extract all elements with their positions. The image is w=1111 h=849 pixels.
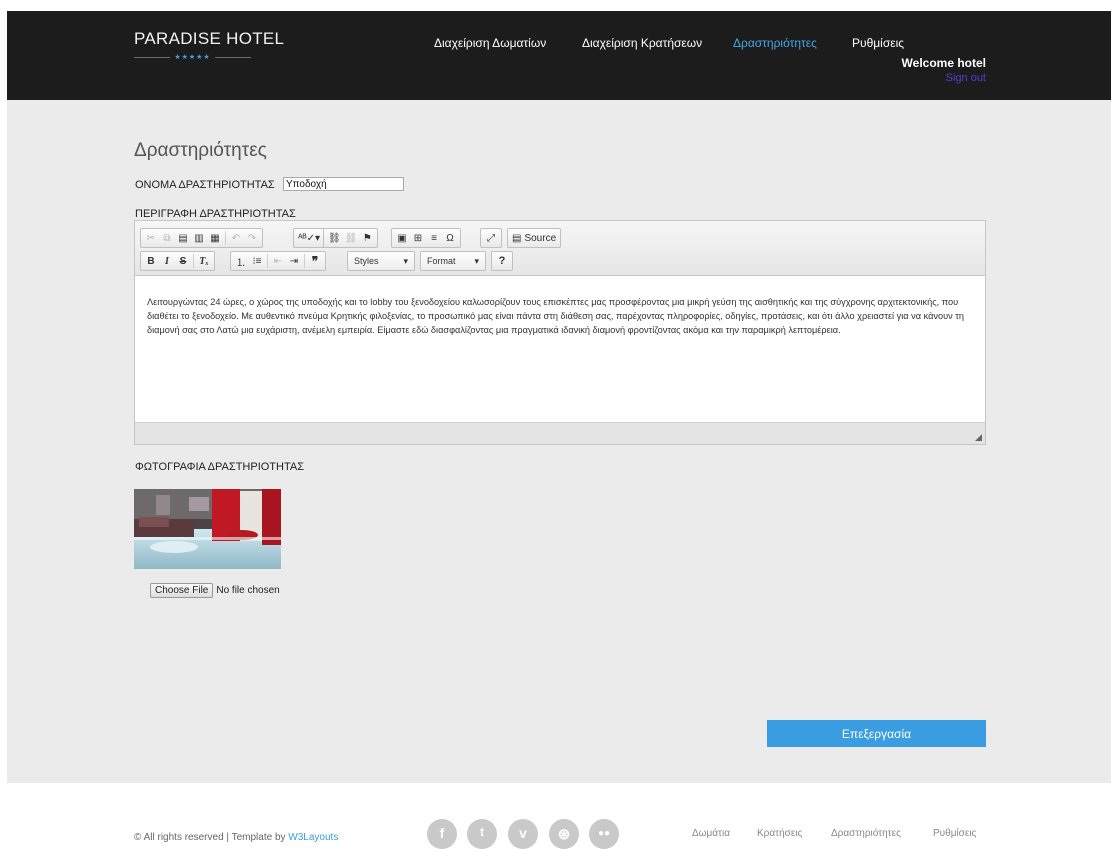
signout-link[interactable]: Sign out [946,72,986,84]
source-label: Source [524,232,557,244]
blockquote-icon[interactable]: ❞ [307,253,323,269]
styles-dropdown[interactable]: Styles ▾ [347,251,415,271]
site-footer: © All rights reserved | Template by W3La… [0,783,1111,849]
link-group: ⛓ ⛓ ⚑ [323,228,379,248]
chevron-down-icon: ▾ [474,255,479,266]
twitter-icon[interactable]: t [467,819,497,849]
site-header: PARADISE HOTEL ★★★★★ Διαχείριση Δωματίων… [7,11,1111,100]
nav-bookings[interactable]: Διαχείριση Κρατήσεων [582,36,702,50]
spellcheck-group: ᴬᴮ✓▾ [293,228,326,248]
hotel-logo[interactable]: PARADISE HOTEL ★★★★★ [134,29,285,61]
edit-submit-button[interactable]: Επεξεργασία [767,720,986,747]
source-group: ▤ Source [507,228,562,248]
help-group: ? [491,251,513,271]
photo-label: ΦΩΤΟΓΡΑΦΙΑ ΔΡΑΣΤΗΡΙΟΤΗΤΑΣ [135,461,305,473]
resize-handle[interactable] [975,434,982,441]
footer-link-activities[interactable]: Δραστηριότητες [831,828,901,839]
format-label: Format [427,256,456,266]
maximize-group: ⤢ [480,228,502,248]
insert-group: ▣ ⊞ ≡ Ω [391,228,461,248]
spellcheck-icon[interactable]: ᴬᴮ✓▾ [296,230,322,246]
editor-status-bar [135,422,985,444]
rich-text-editor: ✂ ⧉ ▤ ▥ ▦ ↶ ↷ ᴬᴮ✓▾ ⛓ ⛓ ⚑ ▣ ⊞ ≡ Ω ⤢ ▤ Sou… [134,220,986,445]
main-content: Δραστηριότητες ΟΝΟΜΑ ΔΡΑΣΤΗΡΙΟΤΗΤΑΣ ΠΕΡΙ… [7,100,1111,783]
logo-stars-row: ★★★★★ [134,54,252,61]
copy-icon[interactable]: ⧉ [159,230,175,246]
file-status: No file chosen [216,585,280,596]
help-button[interactable]: ? [494,253,510,269]
source-button[interactable]: ▤ Source [510,230,558,246]
logo-stars: ★★★★★ [174,54,211,61]
name-label: ΟΝΟΜΑ ΔΡΑΣΤΗΡΙΟΤΗΤΑΣ [135,179,275,191]
nav-activities[interactable]: Δραστηριότητες [733,36,817,50]
dribbble-icon[interactable]: ⊛ [549,819,579,849]
link-icon[interactable]: ⛓ [326,230,343,246]
unlink-icon[interactable]: ⛓ [343,230,360,246]
list-group: ⒈ ⁝≡ ⇤ ⇥ ❞ [230,251,326,271]
remove-format-icon[interactable]: Tₓ [196,253,212,269]
source-icon: ▤ [512,232,522,244]
facebook-icon[interactable]: f [427,819,457,849]
vimeo-icon[interactable]: v [508,819,538,849]
choose-file-button[interactable]: Choose File [150,583,214,598]
activity-name-input[interactable] [283,177,404,191]
basic-styles-group: B I S Tₓ [140,251,215,271]
page-title: Δραστηριότητες [134,140,267,161]
anchor-icon[interactable]: ⚑ [359,230,375,246]
special-char-icon[interactable]: Ω [442,230,458,246]
bulleted-list-icon[interactable]: ⁝≡ [249,253,265,269]
horizontal-line-icon[interactable]: ≡ [426,230,442,246]
paste-word-icon[interactable]: ▦ [207,230,223,246]
paste-icon[interactable]: ▤ [175,230,191,246]
editor-content[interactable]: Λειτουργώντας 24 ώρες, ο χώρος της υποδο… [135,277,985,423]
nav-rooms[interactable]: Διαχείριση Δωματίων [434,36,546,50]
undo-icon[interactable]: ↶ [228,230,244,246]
paste-text-icon[interactable]: ▥ [191,230,207,246]
strike-icon[interactable]: S [175,253,191,269]
flickr-icon[interactable]: ●● [589,819,619,849]
format-dropdown[interactable]: Format ▾ [420,251,486,271]
chevron-down-icon: ▾ [403,255,408,266]
copyright: © All rights reserved | Template by W3La… [134,832,338,843]
logo-text: PARADISE HOTEL [134,29,285,48]
clipboard-group: ✂ ⧉ ▤ ▥ ▦ ↶ ↷ [140,228,263,248]
file-upload: Choose File No file chosen [150,583,280,598]
editor-toolbar: ✂ ⧉ ▤ ▥ ▦ ↶ ↷ ᴬᴮ✓▾ ⛓ ⛓ ⚑ ▣ ⊞ ≡ Ω ⤢ ▤ Sou… [135,221,985,276]
footer-link-bookings[interactable]: Κρατήσεις [757,828,802,839]
indent-icon[interactable]: ⇥ [286,253,302,269]
cut-icon[interactable]: ✂ [143,230,159,246]
welcome-text: Welcome hotel [901,56,986,70]
footer-link-rooms[interactable]: Δωμάτια [692,828,730,839]
activity-photo [134,489,281,569]
table-icon[interactable]: ⊞ [410,230,426,246]
maximize-icon[interactable]: ⤢ [483,230,499,246]
credit-link[interactable]: W3Layouts [288,832,338,843]
top-strip [0,0,1111,11]
numbered-list-icon[interactable]: ⒈ [233,253,249,269]
bold-icon[interactable]: B [143,253,159,269]
styles-label: Styles [354,256,379,266]
description-label: ΠΕΡΙΓΡΑΦΗ ΔΡΑΣΤΗΡΙΟΤΗΤΑΣ [135,208,296,220]
footer-link-settings[interactable]: Ρυθμίσεις [933,828,976,839]
image-icon[interactable]: ▣ [394,230,410,246]
outdent-icon[interactable]: ⇤ [270,253,286,269]
copyright-text: © All rights reserved | Template by [134,832,289,843]
nav-settings[interactable]: Ρυθμίσεις [852,36,904,50]
italic-icon[interactable]: I [159,253,175,269]
redo-icon[interactable]: ↷ [244,230,260,246]
